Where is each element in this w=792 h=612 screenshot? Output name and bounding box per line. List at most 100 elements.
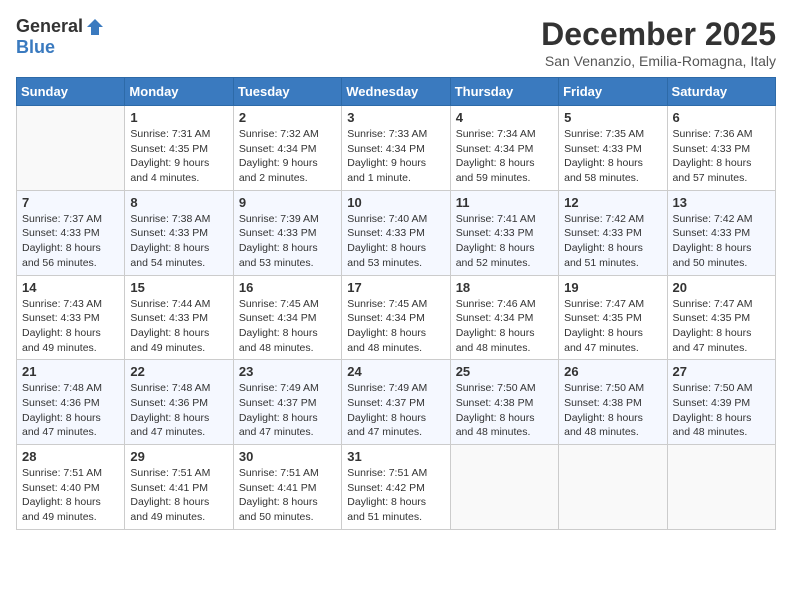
calendar-cell [450, 445, 558, 530]
calendar-header-row: SundayMondayTuesdayWednesdayThursdayFrid… [17, 78, 776, 106]
day-number: 30 [239, 449, 336, 464]
day-number: 3 [347, 110, 444, 125]
day-info: Sunrise: 7:37 AMSunset: 4:33 PMDaylight:… [22, 212, 119, 271]
day-info: Sunrise: 7:51 AMSunset: 4:41 PMDaylight:… [239, 466, 336, 525]
day-number: 23 [239, 364, 336, 379]
day-number: 8 [130, 195, 227, 210]
page-header: General Blue December 2025 San Venanzio,… [16, 16, 776, 69]
calendar-table: SundayMondayTuesdayWednesdayThursdayFrid… [16, 77, 776, 530]
calendar-cell: 24 Sunrise: 7:49 AMSunset: 4:37 PMDayligh… [342, 360, 450, 445]
calendar-cell: 27 Sunrise: 7:50 AMSunset: 4:39 PMDayligh… [667, 360, 775, 445]
day-info: Sunrise: 7:41 AMSunset: 4:33 PMDaylight:… [456, 212, 553, 271]
calendar-cell: 5 Sunrise: 7:35 AMSunset: 4:33 PMDaylight… [559, 106, 667, 191]
calendar-cell: 23 Sunrise: 7:49 AMSunset: 4:37 PMDayligh… [233, 360, 341, 445]
column-header-saturday: Saturday [667, 78, 775, 106]
day-info: Sunrise: 7:51 AMSunset: 4:42 PMDaylight:… [347, 466, 444, 525]
day-info: Sunrise: 7:39 AMSunset: 4:33 PMDaylight:… [239, 212, 336, 271]
column-header-tuesday: Tuesday [233, 78, 341, 106]
calendar-week-row: 21 Sunrise: 7:48 AMSunset: 4:36 PMDayligh… [17, 360, 776, 445]
calendar-cell [559, 445, 667, 530]
day-number: 28 [22, 449, 119, 464]
day-info: Sunrise: 7:42 AMSunset: 4:33 PMDaylight:… [564, 212, 661, 271]
day-number: 18 [456, 280, 553, 295]
day-info: Sunrise: 7:36 AMSunset: 4:33 PMDaylight:… [673, 127, 770, 186]
calendar-cell: 4 Sunrise: 7:34 AMSunset: 4:34 PMDaylight… [450, 106, 558, 191]
day-number: 5 [564, 110, 661, 125]
day-number: 31 [347, 449, 444, 464]
calendar-cell: 1 Sunrise: 7:31 AMSunset: 4:35 PMDaylight… [125, 106, 233, 191]
logo: General Blue [16, 16, 105, 58]
day-info: Sunrise: 7:40 AMSunset: 4:33 PMDaylight:… [347, 212, 444, 271]
logo-icon [85, 17, 105, 37]
calendar-cell: 14Sunrise: 7:43 AMSunset: 4:33 PMDayligh… [17, 275, 125, 360]
day-number: 12 [564, 195, 661, 210]
calendar-cell [17, 106, 125, 191]
calendar-cell: 17 Sunrise: 7:45 AMSunset: 4:34 PMDayligh… [342, 275, 450, 360]
day-number: 2 [239, 110, 336, 125]
day-info: Sunrise: 7:42 AMSunset: 4:33 PMDaylight:… [673, 212, 770, 271]
day-info: Sunrise: 7:45 AMSunset: 4:34 PMDaylight:… [347, 297, 444, 356]
day-number: 14 [22, 280, 119, 295]
calendar-cell: 28 Sunrise: 7:51 AMSunset: 4:40 PMDayligh… [17, 445, 125, 530]
calendar-cell: 15 Sunrise: 7:44 AMSunset: 4:33 PMDayligh… [125, 275, 233, 360]
calendar-week-row: 7 Sunrise: 7:37 AMSunset: 4:33 PMDaylight… [17, 190, 776, 275]
column-header-sunday: Sunday [17, 78, 125, 106]
day-info: Sunrise: 7:51 AMSunset: 4:40 PMDaylight:… [22, 466, 119, 525]
day-number: 17 [347, 280, 444, 295]
column-header-wednesday: Wednesday [342, 78, 450, 106]
day-number: 19 [564, 280, 661, 295]
calendar-week-row: 14Sunrise: 7:43 AMSunset: 4:33 PMDayligh… [17, 275, 776, 360]
day-info: Sunrise: 7:49 AMSunset: 4:37 PMDaylight:… [347, 381, 444, 440]
day-number: 6 [673, 110, 770, 125]
day-info: Sunrise: 7:34 AMSunset: 4:34 PMDaylight:… [456, 127, 553, 186]
column-header-thursday: Thursday [450, 78, 558, 106]
logo-general-text: General [16, 16, 83, 37]
day-number: 1 [130, 110, 227, 125]
calendar-cell: 19 Sunrise: 7:47 AMSunset: 4:35 PMDayligh… [559, 275, 667, 360]
calendar-cell: 13 Sunrise: 7:42 AMSunset: 4:33 PMDayligh… [667, 190, 775, 275]
calendar-cell: 8Sunrise: 7:38 AMSunset: 4:33 PMDaylight… [125, 190, 233, 275]
column-header-friday: Friday [559, 78, 667, 106]
day-number: 25 [456, 364, 553, 379]
title-block: December 2025 San Venanzio, Emilia-Romag… [541, 16, 776, 69]
calendar-week-row: 1 Sunrise: 7:31 AMSunset: 4:35 PMDaylight… [17, 106, 776, 191]
day-info: Sunrise: 7:35 AMSunset: 4:33 PMDaylight:… [564, 127, 661, 186]
day-number: 13 [673, 195, 770, 210]
day-number: 27 [673, 364, 770, 379]
month-title: December 2025 [541, 16, 776, 53]
day-number: 21 [22, 364, 119, 379]
day-number: 22 [130, 364, 227, 379]
day-info: Sunrise: 7:44 AMSunset: 4:33 PMDaylight:… [130, 297, 227, 356]
day-info: Sunrise: 7:45 AMSunset: 4:34 PMDaylight:… [239, 297, 336, 356]
day-number: 9 [239, 195, 336, 210]
calendar-cell: 21Sunrise: 7:48 AMSunset: 4:36 PMDayligh… [17, 360, 125, 445]
calendar-cell: 29Sunrise: 7:51 AMSunset: 4:41 PMDayligh… [125, 445, 233, 530]
calendar-cell: 31 Sunrise: 7:51 AMSunset: 4:42 PMDayligh… [342, 445, 450, 530]
calendar-cell: 16Sunrise: 7:45 AMSunset: 4:34 PMDayligh… [233, 275, 341, 360]
day-info: Sunrise: 7:50 AMSunset: 4:38 PMDaylight:… [456, 381, 553, 440]
day-number: 10 [347, 195, 444, 210]
calendar-cell: 20 Sunrise: 7:47 AMSunset: 4:35 PMDayligh… [667, 275, 775, 360]
day-info: Sunrise: 7:47 AMSunset: 4:35 PMDaylight:… [564, 297, 661, 356]
calendar-cell: 18Sunrise: 7:46 AMSunset: 4:34 PMDayligh… [450, 275, 558, 360]
day-info: Sunrise: 7:50 AMSunset: 4:39 PMDaylight:… [673, 381, 770, 440]
column-header-monday: Monday [125, 78, 233, 106]
day-info: Sunrise: 7:47 AMSunset: 4:35 PMDaylight:… [673, 297, 770, 356]
day-info: Sunrise: 7:31 AMSunset: 4:35 PMDaylight:… [130, 127, 227, 186]
day-number: 11 [456, 195, 553, 210]
day-info: Sunrise: 7:49 AMSunset: 4:37 PMDaylight:… [239, 381, 336, 440]
day-info: Sunrise: 7:48 AMSunset: 4:36 PMDaylight:… [130, 381, 227, 440]
calendar-cell: 11 Sunrise: 7:41 AMSunset: 4:33 PMDayligh… [450, 190, 558, 275]
day-number: 20 [673, 280, 770, 295]
day-info: Sunrise: 7:33 AMSunset: 4:34 PMDaylight:… [347, 127, 444, 186]
day-number: 15 [130, 280, 227, 295]
day-info: Sunrise: 7:50 AMSunset: 4:38 PMDaylight:… [564, 381, 661, 440]
calendar-cell: 12 Sunrise: 7:42 AMSunset: 4:33 PMDayligh… [559, 190, 667, 275]
day-number: 24 [347, 364, 444, 379]
calendar-cell: 7 Sunrise: 7:37 AMSunset: 4:33 PMDaylight… [17, 190, 125, 275]
calendar-cell: 25 Sunrise: 7:50 AMSunset: 4:38 PMDayligh… [450, 360, 558, 445]
day-number: 7 [22, 195, 119, 210]
day-number: 4 [456, 110, 553, 125]
calendar-week-row: 28 Sunrise: 7:51 AMSunset: 4:40 PMDayligh… [17, 445, 776, 530]
day-number: 26 [564, 364, 661, 379]
